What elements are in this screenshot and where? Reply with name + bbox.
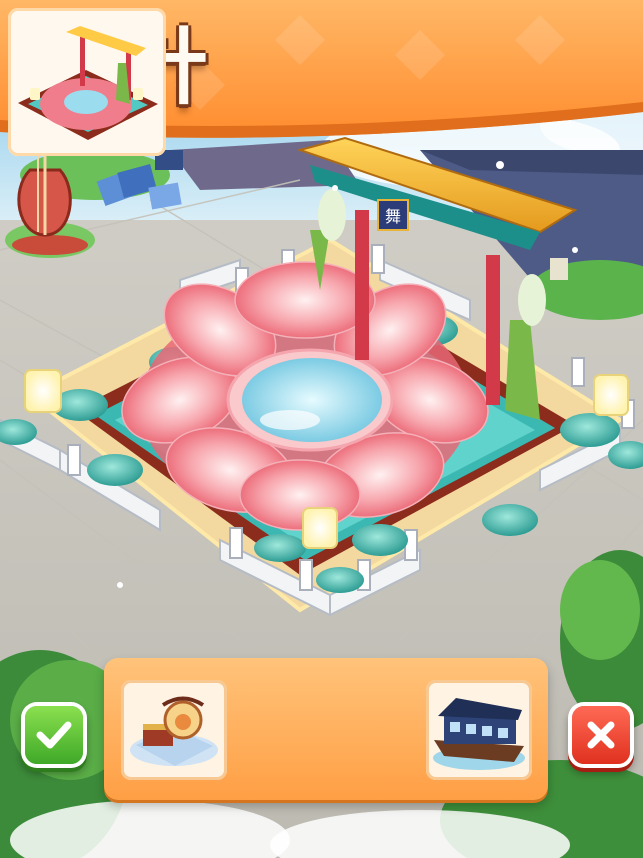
gate-sign: 舞 <box>385 207 401 226</box>
design-option-treasure-chest[interactable] <box>121 680 227 780</box>
cancel-button[interactable] <box>572 706 630 764</box>
confirm-button[interactable] <box>25 706 83 764</box>
close-icon <box>587 721 615 749</box>
check-icon <box>36 721 72 749</box>
design-option-boat-house[interactable] <box>426 680 532 780</box>
design-option-lotus-fountain[interactable] <box>0 0 174 164</box>
lotus-fountain-pavilion-icon <box>18 26 158 140</box>
boat-house-icon <box>433 698 525 770</box>
treasure-chest-decor-icon <box>130 696 218 766</box>
